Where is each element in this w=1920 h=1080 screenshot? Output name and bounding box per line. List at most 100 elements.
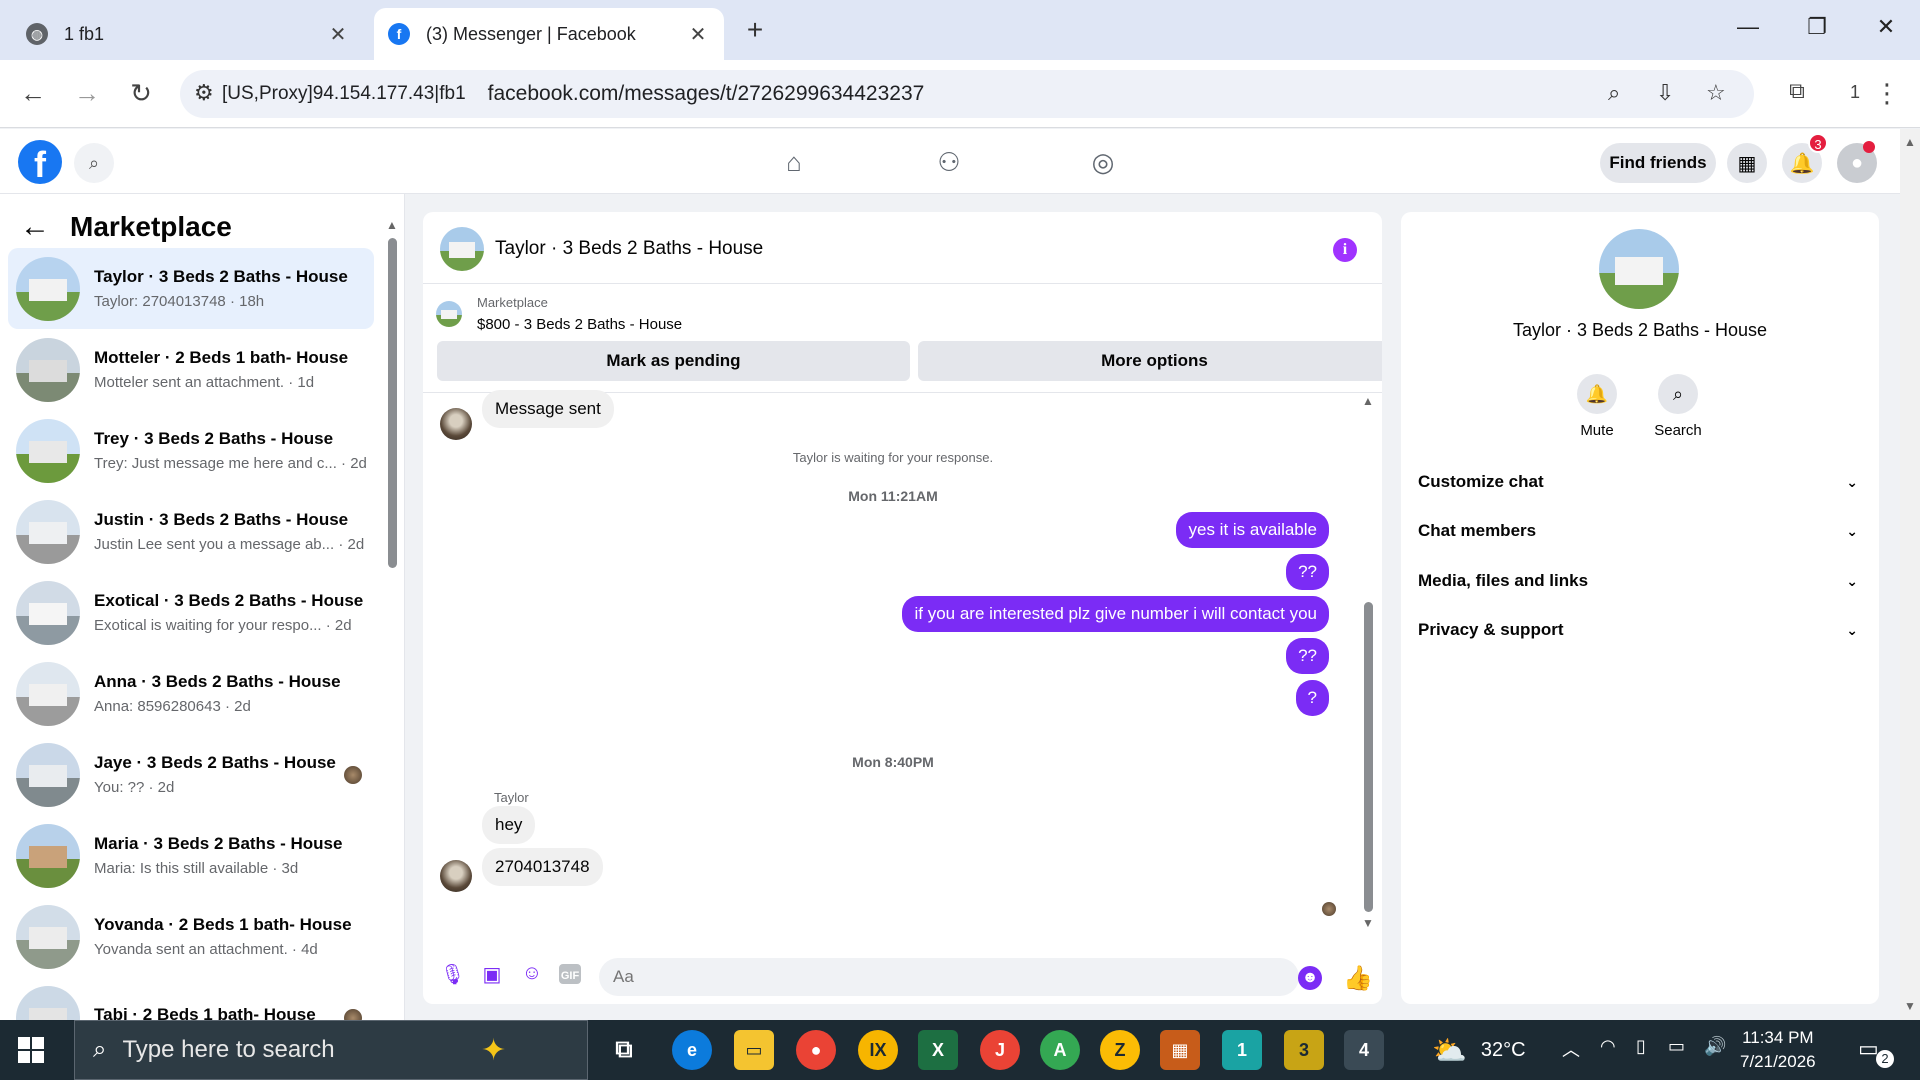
- zoom-icon[interactable]: ⌕: [1608, 80, 1620, 106]
- battery-icon[interactable]: ▭: [1668, 1036, 1685, 1057]
- chrome-profile-j-icon[interactable]: J: [980, 1030, 1020, 1070]
- message-bubble-outgoing[interactable]: ?: [1295, 680, 1329, 716]
- windows-start-icon[interactable]: [18, 1037, 44, 1063]
- chat-title[interactable]: Taylor · 3 Beds 2 Baths - House: [495, 238, 763, 260]
- search-button[interactable]: ⌕ Search: [1638, 374, 1718, 439]
- emoji-icon[interactable]: ☻: [1298, 966, 1322, 990]
- message-bubble-outgoing[interactable]: if you are interested plz give number i …: [902, 596, 1329, 632]
- listing-avatar-large[interactable]: [1599, 229, 1679, 309]
- chat-scrollbar[interactable]: ▲ ▼: [1361, 394, 1375, 930]
- scrollbar-thumb[interactable]: [388, 238, 397, 568]
- message-input[interactable]: [599, 958, 1299, 996]
- mark-as-pending-button[interactable]: Mark as pending: [437, 341, 910, 381]
- bookmark-star-icon[interactable]: ☆: [1706, 80, 1726, 106]
- close-window-icon[interactable]: ✕: [1871, 14, 1901, 40]
- page-scrollbar[interactable]: ▲ ▼: [1900, 129, 1920, 1020]
- tab-search-icon[interactable]: ⧉: [1780, 78, 1814, 104]
- message-bubble-outgoing[interactable]: yes it is available: [1176, 512, 1329, 548]
- find-friends-button[interactable]: Find friends: [1600, 143, 1716, 183]
- info-icon[interactable]: i: [1333, 238, 1357, 262]
- new-tab-icon[interactable]: +: [740, 14, 770, 46]
- section-media-files-links[interactable]: Media, files and links ⌄: [1418, 561, 1862, 601]
- calculator-icon[interactable]: ▦: [1160, 1030, 1200, 1070]
- conversation-item[interactable]: Trey · 3 Beds 2 Baths - House Trey: Just …: [8, 410, 374, 491]
- message-bubble-outgoing[interactable]: ??: [1286, 554, 1329, 590]
- conversation-item[interactable]: Exotical · 3 Beds 2 Baths - House Exotica…: [8, 572, 374, 653]
- scroll-up-icon[interactable]: ▲: [386, 218, 398, 232]
- wifi-icon[interactable]: ◠: [1600, 1036, 1616, 1057]
- address-bar[interactable]: ⚙ [US,Proxy]94.154.177.43|fb1 facebook.c…: [180, 70, 1754, 118]
- forward-icon[interactable]: →: [70, 78, 104, 109]
- app-instance-4-icon[interactable]: 4: [1344, 1030, 1384, 1070]
- sticker-icon[interactable]: ☺: [520, 962, 544, 986]
- sidebar-scrollbar[interactable]: ▲ ▼: [386, 218, 398, 1008]
- app-instance-1-icon[interactable]: 1: [1222, 1030, 1262, 1070]
- conversation-item[interactable]: Motteler · 2 Beds 1 bath- House Motteler …: [8, 329, 374, 410]
- app-instance-3-icon[interactable]: 3: [1284, 1030, 1324, 1070]
- chrome-profile-a-icon[interactable]: A: [1040, 1030, 1080, 1070]
- home-icon[interactable]: ⌂: [774, 147, 814, 179]
- message-bubble-incoming[interactable]: Message sent: [482, 390, 614, 428]
- section-customize-chat[interactable]: Customize chat ⌄: [1418, 462, 1862, 502]
- back-arrow-icon[interactable]: ←: [20, 210, 50, 244]
- scroll-up-icon[interactable]: ▲: [1904, 135, 1916, 149]
- file-explorer-icon[interactable]: ▭: [734, 1030, 774, 1070]
- minimize-icon[interactable]: —: [1733, 14, 1763, 40]
- conversation-item[interactable]: Tabi · 2 Beds 1 bath- House: [8, 977, 374, 1020]
- ixbrowser-icon[interactable]: IX: [858, 1030, 898, 1070]
- taskbar-search-box[interactable]: ⌕ Type here to search ✦: [74, 1020, 588, 1080]
- listing-thumbnail[interactable]: [436, 301, 462, 327]
- friends-icon[interactable]: ⚇: [929, 147, 969, 179]
- listing-avatar[interactable]: [440, 227, 484, 271]
- photo-icon[interactable]: ▣: [480, 962, 504, 986]
- edge-icon[interactable]: e: [672, 1030, 712, 1070]
- conversation-item[interactable]: Anna · 3 Beds 2 Baths - House Anna: 85962…: [8, 653, 374, 734]
- close-tab-icon[interactable]: ✕: [326, 22, 350, 47]
- device-icon[interactable]: ▯: [1636, 1036, 1646, 1057]
- extension-count[interactable]: 1: [1838, 82, 1872, 103]
- listing-title[interactable]: $800 - 3 Beds 2 Baths - House: [477, 316, 682, 333]
- site-settings-icon[interactable]: ⚙: [194, 80, 214, 106]
- conversation-item[interactable]: Justin · 3 Beds 2 Baths - House Justin Le…: [8, 491, 374, 572]
- chrome-profile-z-icon[interactable]: Z: [1100, 1030, 1140, 1070]
- microphone-icon[interactable]: 🎙: [440, 962, 465, 986]
- search-icon[interactable]: ⌕: [74, 143, 114, 183]
- thumbs-up-icon[interactable]: 👍: [1343, 964, 1373, 993]
- back-icon[interactable]: ←: [16, 78, 50, 109]
- menu-grid-icon[interactable]: ▦: [1727, 143, 1767, 183]
- conversation-item[interactable]: Yovanda · 2 Beds 1 bath- House Yovanda se…: [8, 896, 374, 977]
- section-chat-members[interactable]: Chat members ⌄: [1418, 511, 1862, 551]
- gif-icon[interactable]: GIF: [559, 964, 581, 984]
- scroll-up-icon[interactable]: ▲: [1362, 394, 1374, 408]
- more-options-button[interactable]: More options: [918, 341, 1382, 381]
- facebook-logo-icon[interactable]: f: [18, 140, 62, 184]
- scrollbar-thumb[interactable]: [1364, 602, 1373, 912]
- conversation-item[interactable]: Taylor · 3 Beds 2 Baths - House Taylor: 2…: [8, 248, 374, 329]
- groups-icon[interactable]: ◎: [1083, 147, 1123, 179]
- cloud-sun-icon: ⛅: [1432, 1035, 1467, 1066]
- mute-button[interactable]: 🔔 Mute: [1557, 374, 1637, 439]
- clock[interactable]: 11:34 PM 7/21/2026: [1740, 1026, 1816, 1074]
- conversation-item[interactable]: Jaye · 3 Beds 2 Baths - House You: ?? · 2…: [8, 734, 374, 815]
- chrome-icon[interactable]: ●: [796, 1030, 836, 1070]
- weather-widget[interactable]: ⛅ 32°C: [1432, 1034, 1526, 1067]
- conversation-item[interactable]: Maria · 3 Beds 2 Baths - House Maria: Is …: [8, 815, 374, 896]
- message-bubble-incoming[interactable]: 2704013748: [482, 848, 603, 886]
- reload-icon[interactable]: ↻: [124, 78, 158, 109]
- show-hidden-icons-icon[interactable]: ︿: [1562, 1036, 1580, 1062]
- task-view-icon[interactable]: ⧉: [604, 1030, 644, 1070]
- install-app-icon[interactable]: ⇩: [1656, 80, 1674, 106]
- message-bubble-incoming[interactable]: hey: [482, 806, 536, 844]
- scroll-down-icon[interactable]: ▼: [1904, 999, 1916, 1013]
- tab-messenger[interactable]: f (3) Messenger | Facebook ✕: [374, 8, 724, 60]
- excel-icon[interactable]: X: [918, 1030, 958, 1070]
- restore-icon[interactable]: ❐: [1802, 14, 1832, 40]
- scroll-down-icon[interactable]: ▼: [1362, 916, 1374, 930]
- close-tab-icon[interactable]: ✕: [686, 22, 710, 47]
- url-text[interactable]: facebook.com/messages/t/2726299634423237: [488, 82, 925, 106]
- menu-icon[interactable]: ⋮: [1870, 78, 1904, 109]
- tab-fb1[interactable]: ◍ 1 fb1 ✕: [12, 8, 364, 60]
- message-bubble-outgoing[interactable]: ??: [1286, 638, 1329, 674]
- volume-icon[interactable]: 🔊: [1704, 1036, 1726, 1057]
- section-privacy-support[interactable]: Privacy & support ⌄: [1418, 610, 1862, 650]
